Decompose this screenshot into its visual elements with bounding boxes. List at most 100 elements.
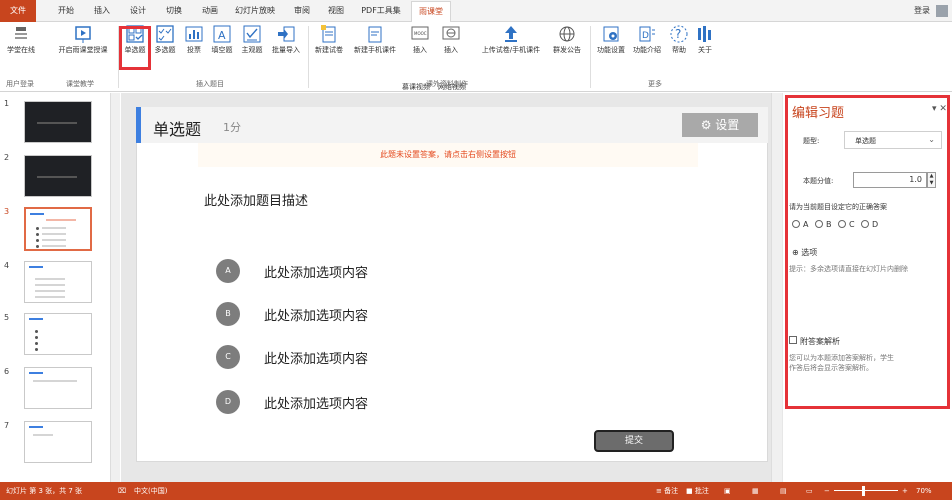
comments-button[interactable]: ■ 批注 [686,482,709,500]
tab-rain-classroom[interactable]: 雨课堂 [411,1,451,23]
answer-radio-c[interactable]: C [838,220,855,229]
slide-thumbnail-7[interactable] [24,421,92,463]
answer-radio-a[interactable]: A [792,220,808,229]
option-letter: C [216,345,240,369]
tab-animations[interactable]: 动画 [196,0,224,22]
zoom-out-icon[interactable]: − [824,482,830,500]
gear-icon: ⚙ [700,118,712,132]
option-letter: A [216,259,240,283]
feature-settings-button[interactable]: 功能设置 [594,24,628,55]
tab-review[interactable]: 审阅 [288,0,316,22]
question-header: 单选题 1分 ⚙ 设置 [136,107,768,143]
slide-thumbnail-1[interactable] [24,101,92,143]
normal-view-icon[interactable]: ▣ [724,482,731,500]
notes-label: 备注 [664,487,679,495]
multi-choice-button[interactable]: 多选题 [151,24,179,55]
bar-chart-icon [184,24,204,44]
score-label: 本题分值: [803,177,834,185]
slide-thumbnails-pane: 1 2 3 4 5 6 7 [0,93,120,482]
radio-label: D [872,220,879,229]
upload-exam-button[interactable]: 上传试卷/手机课件 [474,24,548,55]
slide-thumbnail-3[interactable] [24,207,92,251]
slide-thumbnail-4[interactable] [24,261,92,303]
thumb-number: 7 [4,421,10,430]
tab-insert[interactable]: 插入 [88,0,116,22]
feature-intro-button[interactable]: D 功能介绍 [630,24,664,55]
new-exam-button[interactable]: 新建试卷 [312,24,346,55]
globe-icon [557,24,577,44]
settings-label: 设置 [715,118,740,132]
panel-menu-close[interactable]: ▾ ✕ [932,104,947,114]
zoom-slider-thumb[interactable] [862,486,865,496]
xuetang-logo-icon [11,24,31,44]
group-label-insert: 插入题目 [196,80,224,88]
zoom-level[interactable]: 70% [916,482,932,500]
group-label-user: 用户登录 [6,80,34,88]
question-type-title: 单选题 [153,120,202,139]
account-icon[interactable] [936,5,948,17]
tab-file[interactable]: 文件 [0,0,36,22]
login-link[interactable]: 登录 [914,0,930,22]
tab-view[interactable]: 视图 [322,0,350,22]
analysis-label: 附答案解析 [800,337,840,346]
add-option-link[interactable]: ⊕ 选项 [792,247,817,258]
upload-icon [501,24,521,44]
answer-radio-b[interactable]: B [815,220,832,229]
new-mobile-courseware-button[interactable]: 新建手机课件 [348,24,402,55]
analysis-hint-line1: 您可以为本题添加答案解析，学生 [789,354,894,362]
ribbon-tab-bar: 文件 开始 插入 设计 切换 动画 幻灯片放映 审阅 视图 PDF工具集 雨课堂… [0,0,952,23]
insert-web-video-button[interactable]: 插入 [436,24,466,55]
score-stepper[interactable]: ▲ ▼ [927,172,936,188]
comment-icon: ■ [686,487,693,495]
slide-thumbnail-5[interactable] [24,313,92,355]
about-icon [695,24,715,44]
question-type-select[interactable]: 单选题 ⌄ [844,131,942,149]
batch-import-button[interactable]: 批量导入 [268,24,304,55]
start-class-button[interactable]: 开启雨课堂授课 [52,24,114,55]
thumbnails-scrollbar[interactable] [110,93,120,482]
tab-home[interactable]: 开始 [52,0,80,22]
language-indicator[interactable]: 中文(中国) [134,482,167,500]
settings-button[interactable]: ⚙ 设置 [682,113,758,137]
canvas-scrollbar[interactable] [771,93,782,482]
score-input[interactable]: 1.0 [853,172,927,188]
group-label-teach: 课堂教学 [66,80,94,88]
slide-thumbnail-2[interactable] [24,155,92,197]
option-letter: B [216,302,240,326]
xuetang-online-button[interactable]: 学堂在线 [6,24,36,55]
zoom-in-icon[interactable]: + [902,482,908,500]
slideshow-icon[interactable]: ▭ [806,482,813,500]
answer-radio-d[interactable]: D [861,220,878,229]
radio-label: B [826,220,832,229]
spellcheck-icon[interactable]: ⌧ [118,482,126,500]
reading-view-icon[interactable]: ▤ [780,482,787,500]
slide-thumbnail-6[interactable] [24,367,92,409]
settings-icon [601,24,621,44]
new-document-icon [319,24,339,44]
fill-blank-button[interactable]: A 填空题 [208,24,236,55]
add-option-hint: 提示：多余选项请直接在幻灯片内删除 [789,265,908,273]
zoom-slider[interactable] [834,490,898,491]
radio-circle-icon [838,220,846,228]
broadcast-announcement-button[interactable]: 群发公告 [550,24,584,55]
analysis-checkbox[interactable] [789,336,797,344]
import-icon [276,24,296,44]
subjective-button[interactable]: 主观题 [238,24,266,55]
radio-circle-icon [861,220,869,228]
tab-pdf-tools[interactable]: PDF工具集 [356,0,406,22]
tab-slideshow[interactable]: 幻灯片放映 [230,0,280,22]
slide-sorter-icon[interactable]: ▦ [752,482,759,500]
tab-design[interactable]: 设计 [124,0,152,22]
question-description[interactable]: 此处添加题目描述 [204,190,308,209]
tab-transitions[interactable]: 切换 [160,0,188,22]
answer-label: 请为当前题目设定它的正确答案 [789,203,887,211]
multi-choice-icon [155,24,175,44]
help-button[interactable]: ? 帮助 [668,24,690,55]
insert-mooc-video-button[interactable]: MOOC 插入 [405,24,435,55]
vote-button[interactable]: 投票 [182,24,206,55]
notes-button[interactable]: ≡ 备注 [656,482,678,500]
plus-circle-icon: ⊕ [792,248,799,257]
radio-circle-icon [792,220,800,228]
about-button[interactable]: 关于 [694,24,716,55]
submit-button[interactable]: 提交 [594,430,674,452]
